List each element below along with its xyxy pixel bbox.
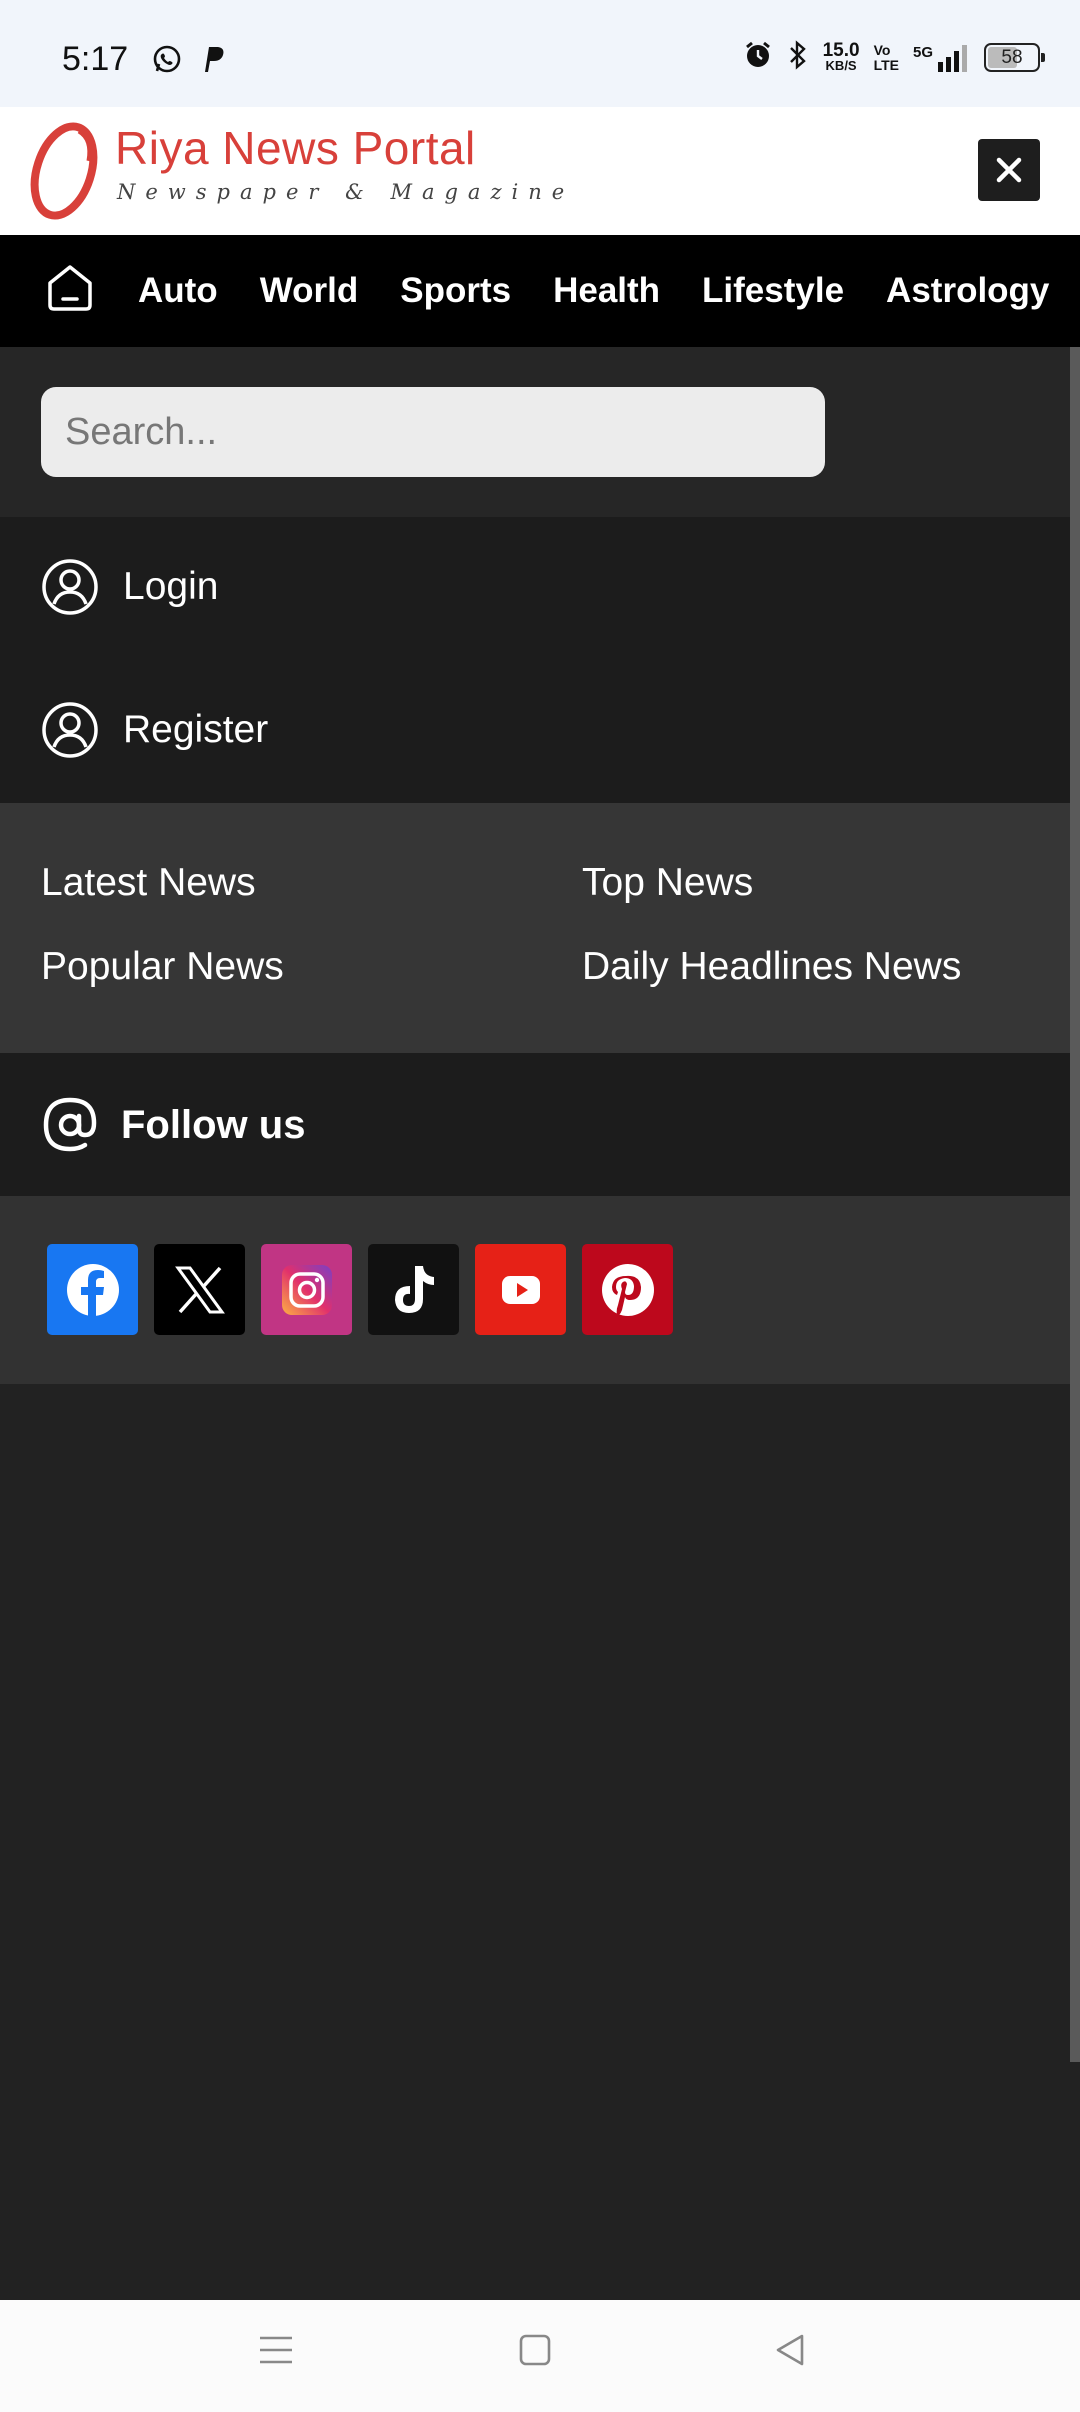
follow-section: Follow us bbox=[0, 1053, 1070, 1196]
account-section: Login Register bbox=[0, 517, 1070, 803]
daily-headlines-link[interactable]: Daily Headlines News bbox=[582, 945, 961, 989]
register-label: Register bbox=[123, 708, 269, 751]
popular-news-link[interactable]: Popular News bbox=[41, 945, 284, 989]
home-icon[interactable] bbox=[46, 263, 94, 318]
latest-news-link[interactable]: Latest News bbox=[41, 861, 256, 905]
social-links bbox=[0, 1196, 1070, 1384]
youtube-icon bbox=[501, 1275, 540, 1304]
system-icons: 15.0 KB/S Vo LTE 5G 58 bbox=[743, 39, 1045, 75]
tiktok-icon bbox=[394, 1265, 434, 1313]
youtube-button[interactable] bbox=[475, 1244, 566, 1335]
social-icons bbox=[47, 1244, 673, 1335]
nav-item-astrology[interactable]: Astrology bbox=[886, 271, 1049, 311]
nav-items: Auto World Sports Health Lifestyle Astro… bbox=[138, 235, 1080, 347]
whatsapp-icon bbox=[152, 44, 182, 79]
facebook-button[interactable] bbox=[47, 1244, 138, 1335]
user-icon bbox=[42, 559, 98, 615]
nav-item-sports[interactable]: Sports bbox=[400, 271, 511, 311]
search-section bbox=[0, 347, 1070, 517]
nav-item-world[interactable]: World bbox=[260, 271, 359, 311]
site-header: Riya News Portal Newspaper & Magazine bbox=[0, 107, 1080, 235]
facebook-icon bbox=[66, 1263, 119, 1316]
site-tagline: Newspaper & Magazine bbox=[117, 180, 575, 204]
volte-indicator: Vo LTE bbox=[873, 41, 899, 73]
site-name[interactable]: Riya News Portal bbox=[115, 121, 476, 175]
status-time: 5:17 bbox=[62, 40, 129, 78]
alarm-icon bbox=[743, 40, 773, 75]
nav-item-auto[interactable]: Auto bbox=[138, 271, 218, 311]
at-icon bbox=[43, 1097, 97, 1152]
follow-heading: Follow us bbox=[41, 1083, 305, 1167]
x-icon bbox=[174, 1266, 225, 1313]
user-icon bbox=[42, 702, 98, 758]
home-nav-icon[interactable] bbox=[518, 2332, 552, 2373]
notification-icons bbox=[152, 44, 226, 79]
quick-links: Latest News Top News Popular News Daily … bbox=[0, 803, 1070, 1053]
nav-item-health[interactable]: Health bbox=[553, 271, 660, 311]
close-icon bbox=[996, 157, 1022, 183]
network-speed: 15.0 KB/S bbox=[822, 39, 860, 73]
pinterest-icon bbox=[601, 1263, 654, 1316]
top-news-link[interactable]: Top News bbox=[582, 861, 753, 905]
search-input[interactable] bbox=[41, 387, 825, 477]
x-button[interactable] bbox=[154, 1244, 245, 1335]
status-bar: 5:17 15.0 KB/S Vo LTE 5G 58 bbox=[0, 0, 1080, 107]
instagram-icon bbox=[281, 1264, 332, 1315]
login-label: Login bbox=[123, 565, 219, 608]
instagram-button[interactable] bbox=[261, 1244, 352, 1335]
close-menu-button[interactable] bbox=[978, 139, 1040, 201]
register-link[interactable]: Register bbox=[41, 690, 268, 770]
scrollbar[interactable] bbox=[1070, 347, 1080, 2062]
battery-icon: 58 bbox=[984, 43, 1045, 72]
nav-item-lifestyle[interactable]: Lifestyle bbox=[702, 271, 844, 311]
back-icon[interactable] bbox=[772, 2332, 808, 2373]
tiktok-button[interactable] bbox=[368, 1244, 459, 1335]
logo-icon[interactable] bbox=[24, 117, 104, 230]
follow-label: Follow us bbox=[121, 1102, 306, 1147]
system-nav-bar bbox=[0, 2300, 1080, 2412]
bluetooth-icon bbox=[787, 40, 809, 75]
signal-icon: 5G bbox=[913, 44, 970, 72]
category-nav: Auto World Sports Health Lifestyle Astro… bbox=[0, 235, 1080, 347]
paypal-icon bbox=[200, 44, 226, 79]
pinterest-button[interactable] bbox=[582, 1244, 673, 1335]
login-link[interactable]: Login bbox=[41, 547, 218, 627]
menu-icon[interactable] bbox=[258, 2332, 294, 2373]
